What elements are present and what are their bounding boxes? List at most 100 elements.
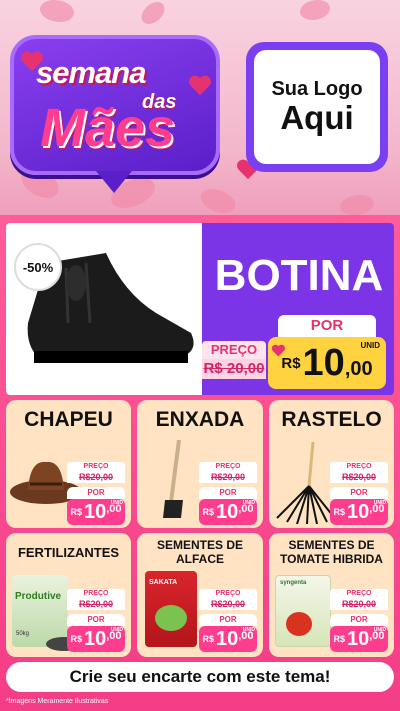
por-label: POR <box>330 487 388 499</box>
new-price: R$ 10 ,00 UNID <box>67 626 125 652</box>
product-title: FERTILIZANTES <box>17 545 120 560</box>
price-int: 10 <box>215 627 239 650</box>
price-label: PREÇO <box>330 462 388 472</box>
price-int: 10 <box>302 341 345 384</box>
unit-label: UNID <box>373 627 386 633</box>
currency: R$ <box>333 507 345 517</box>
tomato-image <box>286 612 312 636</box>
hero-old-price-box: PREÇO R$ 20,00 <box>202 341 266 379</box>
price-int: 10 <box>346 500 370 523</box>
new-price: R$ 10 ,00 UNID <box>199 626 257 652</box>
unit-label: UNID <box>242 627 255 633</box>
por-label: POR <box>278 315 376 337</box>
hoe-icon <box>163 440 183 518</box>
pack-brand: Produtive <box>15 591 62 602</box>
new-price: R$ 10 ,00 UNID <box>67 499 125 525</box>
unit-label: UNID <box>242 500 255 506</box>
currency: R$ <box>70 634 82 644</box>
seed-packet: syngenta <box>275 575 331 647</box>
product-card-sementes-tomate[interactable]: SEMENTES DE TOMATE HIBRIDA syngenta PREÇ… <box>269 533 394 657</box>
price-box: PREÇO R$20,00 POR R$ 10 ,00 UNID <box>199 462 257 525</box>
petal-decoration <box>37 0 77 28</box>
old-price: R$20,00 <box>199 472 257 483</box>
hero-new-price-box: POR R$ 10 ,00 UNID <box>268 315 386 389</box>
por-label: POR <box>199 487 257 499</box>
new-price: R$ 10 ,00 UNID <box>199 499 257 525</box>
old-price: R$20,00 <box>330 599 388 610</box>
por-label: POR <box>67 487 125 499</box>
price-box: PREÇO R$20,00 POR R$ 10 ,00 UNID <box>67 589 125 652</box>
price-int: 10 <box>83 500 107 523</box>
price-box: PREÇO R$20,00 POR R$ 10 ,00 UNID <box>67 462 125 525</box>
rake-icon <box>276 442 334 524</box>
product-title: SEMENTES DE TOMATE HIBRIDA <box>280 538 383 566</box>
lettuce-image <box>155 605 187 631</box>
price-label: PREÇO <box>199 589 257 599</box>
price-int: 10 <box>346 627 370 650</box>
price-label: PREÇO <box>199 462 257 472</box>
product-card-rastelo[interactable]: RASTELO PREÇO R$20,00 POR R$ 10 ,00 UNID <box>269 400 394 528</box>
por-label: POR <box>67 614 125 626</box>
unit-label: UNID <box>110 500 123 506</box>
hero-title: BOTINA <box>214 251 384 300</box>
product-card-enxada[interactable]: ENXADA PREÇO R$20,00 POR R$ 10 ,00 UNID <box>137 400 263 528</box>
price-box: PREÇO R$20,00 POR R$ 10 ,00 UNID <box>330 589 388 652</box>
cta-banner[interactable]: Crie seu encarte com este tema! <box>6 662 394 692</box>
price-label: PREÇO <box>67 462 125 472</box>
old-price: R$ 20,00 <box>202 359 266 379</box>
header: semana das Mães Sua Logo Aqui <box>0 0 400 215</box>
pack-weight: 50kg <box>16 631 30 637</box>
por-label: POR <box>330 614 388 626</box>
price-box: PREÇO R$20,00 POR R$ 10 ,00 UNID <box>199 589 257 652</box>
unit-label: UNID <box>110 627 123 633</box>
brand-line1: semana <box>36 55 146 90</box>
petal-decoration <box>137 0 169 28</box>
discount-badge: -50% <box>14 243 62 291</box>
product-title: CHAPEU <box>24 408 113 431</box>
heart-icon <box>272 345 285 357</box>
por-label: POR <box>199 614 257 626</box>
hero-offer[interactable]: -50% BOTINA PREÇO R$ 20,00 POR R$ 10 ,00… <box>6 223 394 395</box>
logo-line1: Sua Logo <box>271 78 363 101</box>
pack-brand: syngenta <box>280 580 307 586</box>
logo-line2: Aqui <box>280 99 354 137</box>
product-title: RASTELO <box>281 408 382 431</box>
unit-label: UNID <box>373 500 386 506</box>
new-price: R$ 10 ,00 UNID <box>330 499 388 525</box>
petal-decoration <box>196 182 240 215</box>
old-price: R$20,00 <box>199 599 257 610</box>
price-int: 10 <box>215 500 239 523</box>
unit-label: UNID <box>360 341 380 350</box>
product-title: SEMENTES DE ALFACE <box>156 538 243 566</box>
brand-line2: Mães <box>40 98 176 158</box>
old-price: R$20,00 <box>330 472 388 483</box>
currency: R$ <box>281 354 301 372</box>
currency: R$ <box>202 507 214 517</box>
heart-icon <box>22 52 44 72</box>
product-card-fertilizantes[interactable]: FERTILIZANTES Produtive 50kg PREÇO R$20,… <box>6 533 131 657</box>
price-label: PREÇO <box>330 589 388 599</box>
product-card-chapeu[interactable]: CHAPEU PREÇO R$20,00 POR R$ 10 ,00 UNID <box>6 400 131 528</box>
petal-decoration <box>300 0 330 20</box>
offers-area: -50% BOTINA PREÇO R$ 20,00 POR R$ 10 ,00… <box>0 215 400 711</box>
product-card-sementes-alface[interactable]: SEMENTES DE ALFACE SAKATA PREÇO R$20,00 … <box>137 533 263 657</box>
currency: R$ <box>70 507 82 517</box>
product-title: ENXADA <box>155 408 245 431</box>
price-label: PREÇO <box>202 341 266 359</box>
price-box: PREÇO R$20,00 POR R$ 10 ,00 UNID <box>330 462 388 525</box>
price-label: PREÇO <box>67 589 125 599</box>
currency: R$ <box>202 634 214 644</box>
price-int: 10 <box>83 627 107 650</box>
old-price: R$20,00 <box>67 472 125 483</box>
disclaimer: *Imagens Meramente Ilustrativas <box>6 698 109 705</box>
logo-placeholder[interactable]: Sua Logo Aqui <box>246 42 388 172</box>
seed-packet: SAKATA <box>145 571 197 647</box>
pack-brand: SAKATA <box>149 579 178 586</box>
price-dec: ,00 <box>344 358 373 380</box>
petal-decoration <box>340 195 374 215</box>
new-price: R$ 10 ,00 UNID <box>268 337 386 389</box>
currency: R$ <box>333 634 345 644</box>
old-price: R$20,00 <box>67 599 125 610</box>
new-price: R$ 10 ,00 UNID <box>330 626 388 652</box>
heart-icon <box>190 76 212 96</box>
